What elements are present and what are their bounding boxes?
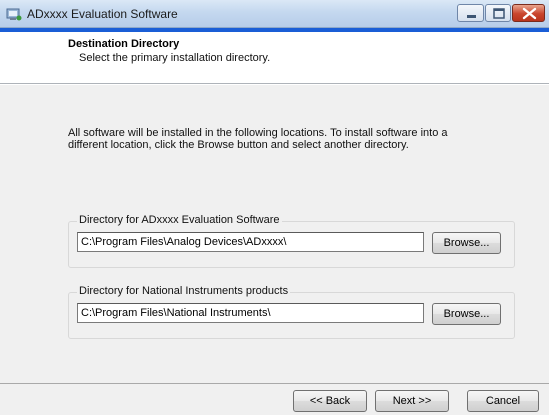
browse-button-ni[interactable]: Browse... xyxy=(432,303,501,325)
ni-directory-group: Directory for National Instruments produ… xyxy=(68,285,515,339)
adxxxx-directory-group: Directory for ADxxxx Evaluation Software… xyxy=(68,214,515,268)
close-button[interactable] xyxy=(512,4,545,22)
back-button[interactable]: << Back xyxy=(293,390,367,412)
close-icon xyxy=(522,7,537,20)
group-label: Directory for National Instruments produ… xyxy=(77,285,291,297)
page-title: Destination Directory xyxy=(68,38,180,50)
page-subtitle: Select the primary installation director… xyxy=(79,52,271,64)
maximize-button[interactable] xyxy=(485,4,511,22)
title-bar[interactable]: ADxxxx Evaluation Software xyxy=(0,0,549,28)
next-button[interactable]: Next >> xyxy=(375,390,449,412)
minimize-icon xyxy=(467,15,476,18)
maximize-icon xyxy=(493,8,505,19)
adxxxx-directory-input[interactable] xyxy=(77,232,424,252)
wizard-footer: << Back Next >> Cancel xyxy=(0,383,549,415)
install-description: All software will be installed in the fo… xyxy=(68,127,448,151)
installer-icon xyxy=(6,6,22,22)
group-label: Directory for ADxxxx Evaluation Software xyxy=(77,214,282,226)
browse-button-adxxxx[interactable]: Browse... xyxy=(432,232,501,254)
minimize-button[interactable] xyxy=(457,4,484,22)
window-title: ADxxxx Evaluation Software xyxy=(27,7,178,21)
wizard-header: Destination Directory Select the primary… xyxy=(0,32,549,84)
cancel-button[interactable]: Cancel xyxy=(467,390,539,412)
wizard-body: All software will be installed in the fo… xyxy=(0,85,549,383)
ni-directory-input[interactable] xyxy=(77,303,424,323)
